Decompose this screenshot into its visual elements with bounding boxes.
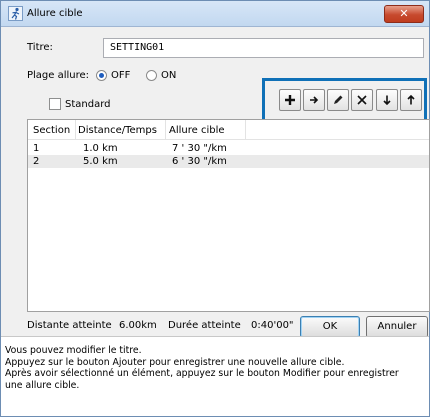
arrow-right-icon <box>310 96 319 104</box>
titre-label: Titre: <box>27 42 53 53</box>
runner-icon <box>8 6 23 21</box>
distance-atteinte-value: 6.00km <box>119 320 157 331</box>
duree-atteinte-label: Durée atteinte <box>168 320 241 331</box>
column-header-allure[interactable]: Allure cible <box>169 125 225 136</box>
standard-checkbox[interactable] <box>49 98 61 110</box>
move-up-button[interactable] <box>400 89 422 111</box>
distance-atteinte-label: Distante atteinte <box>27 320 112 331</box>
list-header: Section Distance/Temps Allure cible <box>28 120 429 140</box>
row-allure: 6 ' 30 "/km <box>172 156 227 167</box>
window-title: Allure cible <box>27 8 83 19</box>
insert-button[interactable] <box>303 89 325 111</box>
help-line: Appuyez sur le bouton Ajouter pour enreg… <box>5 356 345 368</box>
plage-allure-label: Plage allure: <box>27 70 90 81</box>
column-divider <box>75 120 76 140</box>
delete-button[interactable] <box>351 89 373 111</box>
column-header-section[interactable]: Section <box>33 125 70 136</box>
column-divider <box>165 120 166 140</box>
plage-on-radio[interactable] <box>146 70 157 81</box>
arrow-up-icon <box>407 94 415 105</box>
help-line: Vous pouvez modifier le titre. <box>5 345 142 356</box>
row-distance: 5.0 km <box>83 156 118 167</box>
x-icon <box>357 95 367 105</box>
add-button[interactable] <box>279 89 301 111</box>
row-distance: 1.0 km <box>83 143 118 154</box>
dialog-window: Allure cible ✕ Titre: SETTING01 Plage al… <box>0 0 430 417</box>
row-section: 2 <box>33 156 40 167</box>
table-row[interactable]: 1 1.0 km 7 ' 30 "/km <box>28 142 429 155</box>
row-allure: 7 ' 30 "/km <box>172 143 227 154</box>
table-row[interactable]: 2 5.0 km 6 ' 30 "/km <box>28 155 429 168</box>
column-header-distance[interactable]: Distance/Temps <box>78 125 157 136</box>
titre-input[interactable]: SETTING01 <box>103 38 424 58</box>
arrow-down-icon <box>383 95 391 106</box>
column-divider <box>245 120 246 140</box>
title-bar: Allure cible ✕ <box>1 1 429 27</box>
ok-button[interactable]: OK <box>300 316 360 338</box>
plage-off-label: OFF <box>111 70 131 81</box>
cancel-button[interactable]: Annuler <box>366 316 428 338</box>
help-line: une allure cible. <box>5 379 80 391</box>
move-down-button[interactable] <box>376 89 398 111</box>
row-section: 1 <box>33 143 40 154</box>
edit-button[interactable] <box>327 89 349 111</box>
pencil-icon <box>334 95 343 104</box>
plage-on-label: ON <box>161 70 177 81</box>
plage-off-radio[interactable] <box>96 70 107 81</box>
help-line: Après avoir sélectionné un élément, appu… <box>5 368 399 379</box>
plus-icon <box>285 95 295 105</box>
duree-atteinte-value: 0:40'00" <box>251 320 294 331</box>
close-button[interactable]: ✕ <box>384 5 424 23</box>
help-panel: Vous pouvez modifier le titre. Appuyez s… <box>1 336 429 416</box>
standard-label: Standard <box>65 99 111 110</box>
close-icon: ✕ <box>399 7 409 20</box>
section-list[interactable]: Section Distance/Temps Allure cible 1 1.… <box>27 119 430 312</box>
